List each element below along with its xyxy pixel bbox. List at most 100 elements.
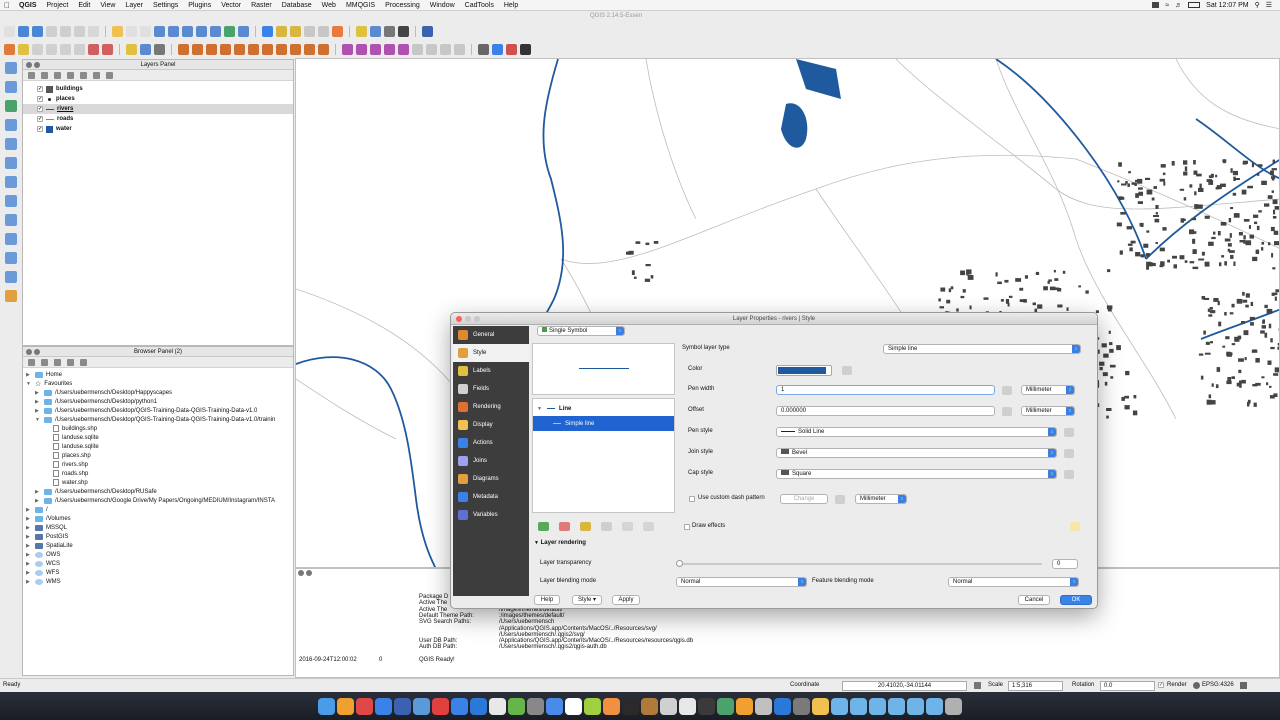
- dock-app-icon[interactable]: [356, 697, 373, 715]
- data-defined-icon[interactable]: [1064, 470, 1074, 479]
- add-layer-icon[interactable]: [5, 62, 17, 74]
- browser-item[interactable]: ▼ /Users/uebermensch/Desktop/QGIS-Trainin…: [26, 415, 293, 424]
- expand-all-icon[interactable]: [80, 71, 87, 79]
- add-layer-icon[interactable]: [5, 157, 17, 169]
- dialog-tab-general[interactable]: General: [453, 326, 529, 344]
- data-defined-icon[interactable]: [1002, 407, 1012, 416]
- add-layer-icon[interactable]: [5, 195, 17, 207]
- minimize-window-icon[interactable]: [465, 316, 471, 322]
- menu-vector[interactable]: Vector: [216, 2, 246, 9]
- data-defined-icon[interactable]: [1064, 428, 1074, 437]
- expand-icon[interactable]: ▶: [26, 534, 32, 540]
- main-tool-icon[interactable]: [224, 26, 235, 37]
- dock-app-icon[interactable]: [945, 697, 962, 715]
- filter-icon[interactable]: [54, 358, 61, 366]
- ok-button[interactable]: OK: [1060, 595, 1092, 605]
- digitize-tool-icon[interactable]: [102, 44, 113, 55]
- menu-cadtools[interactable]: CadTools: [460, 2, 499, 9]
- rotation-field[interactable]: 0.0: [1100, 681, 1155, 691]
- menu-plugins[interactable]: Plugins: [183, 2, 216, 9]
- data-defined-icon[interactable]: [842, 366, 852, 375]
- render-checkbox[interactable]: ✓: [1158, 682, 1164, 688]
- browser-item[interactable]: ▶ /Users/uebermensch/Desktop/QGIS-Trainin…: [26, 406, 293, 415]
- main-tool-icon[interactable]: [140, 26, 151, 37]
- dropbox-icon[interactable]: [1152, 2, 1160, 8]
- custom-dash-checkbox[interactable]: [689, 496, 695, 502]
- browser-item[interactable]: ▶ WFS: [26, 568, 293, 577]
- add-layer-icon[interactable]: [5, 119, 17, 131]
- apple-icon[interactable]: : [0, 1, 14, 10]
- dialog-tab-fields[interactable]: Fields: [453, 380, 529, 398]
- digitize-tool-icon[interactable]: [276, 44, 287, 55]
- renderer-combo[interactable]: Single Symbol ↕: [537, 326, 625, 336]
- main-tool-icon[interactable]: [196, 26, 207, 37]
- main-tool-icon[interactable]: [74, 26, 85, 37]
- style-icon[interactable]: [28, 71, 35, 79]
- main-tool-icon[interactable]: [168, 26, 179, 37]
- dock-app-icon[interactable]: [622, 697, 639, 715]
- dock-app-icon[interactable]: [869, 697, 886, 715]
- digitize-tool-icon[interactable]: [342, 44, 353, 55]
- layer-blending-combo[interactable]: Normal ↕: [676, 577, 807, 587]
- dock-app-icon[interactable]: [812, 697, 829, 715]
- expand-icon[interactable]: ▶: [26, 570, 32, 576]
- expand-icon[interactable]: ▶: [26, 543, 32, 549]
- browser-item[interactable]: ▼ ☆ Favourites: [26, 379, 293, 388]
- panel-float-icon[interactable]: [34, 62, 40, 68]
- expand-icon[interactable]: ▶: [26, 552, 32, 558]
- digitize-tool-icon[interactable]: [492, 44, 503, 55]
- expand-icon[interactable]: ▼: [537, 406, 543, 412]
- coordinate-field[interactable]: 20.41020,-34.01144: [842, 681, 967, 691]
- dock-app-icon[interactable]: [926, 697, 943, 715]
- cancel-button[interactable]: Cancel: [1018, 595, 1050, 605]
- main-tool-icon[interactable]: [276, 26, 287, 37]
- layer-rendering-section[interactable]: ▼ Layer rendering: [534, 540, 586, 546]
- expand-icon[interactable]: ▼: [26, 381, 32, 387]
- digitize-tool-icon[interactable]: [206, 44, 217, 55]
- digitize-tool-icon[interactable]: [74, 44, 85, 55]
- digitize-tool-icon[interactable]: [304, 44, 315, 55]
- dialog-tab-actions[interactable]: Actions: [453, 434, 529, 452]
- browser-item[interactable]: ▶ /Users/uebermensch/Desktop/python1: [26, 397, 293, 406]
- dialog-tab-diagrams[interactable]: Diagrams: [453, 470, 529, 488]
- menu-help[interactable]: Help: [499, 2, 523, 9]
- browser-item[interactable]: ▶ OWS: [26, 550, 293, 559]
- menu-window[interactable]: Window: [425, 2, 460, 9]
- move-down-icon[interactable]: [643, 522, 654, 531]
- main-tool-icon[interactable]: [4, 26, 15, 37]
- digitize-tool-icon[interactable]: [356, 44, 367, 55]
- dock-app-icon[interactable]: [641, 697, 658, 715]
- apply-button[interactable]: Apply: [612, 595, 640, 605]
- main-tool-icon[interactable]: [290, 26, 301, 37]
- messages-icon[interactable]: [1240, 682, 1247, 689]
- add-layer-icon[interactable]: [5, 233, 17, 245]
- filter-legend-icon[interactable]: [67, 71, 74, 79]
- add-layer-icon[interactable]: [5, 214, 17, 226]
- feature-blending-combo[interactable]: Normal ↕: [948, 577, 1079, 587]
- crs-icon[interactable]: [1193, 682, 1200, 689]
- dash-unit-combo[interactable]: Millimeter ↕: [855, 494, 907, 504]
- expand-icon[interactable]: ▶: [35, 408, 41, 414]
- digitize-tool-icon[interactable]: [60, 44, 71, 55]
- expand-icon[interactable]: ▶: [35, 399, 41, 405]
- dialog-tab-style[interactable]: Style: [453, 344, 529, 362]
- main-tool-icon[interactable]: [422, 26, 433, 37]
- digitize-tool-icon[interactable]: [318, 44, 329, 55]
- browser-item[interactable]: buildings.shp: [26, 424, 293, 433]
- remove-layer-icon[interactable]: [106, 71, 113, 79]
- browser-item[interactable]: ▶ /Users/uebermensch/Desktop/RUSafe: [26, 487, 293, 496]
- effects-star-icon[interactable]: [1070, 522, 1080, 531]
- menu-database[interactable]: Database: [277, 2, 317, 9]
- panel-float-icon[interactable]: [34, 349, 40, 355]
- pen-width-field[interactable]: 1: [776, 385, 995, 395]
- browser-item[interactable]: landuse.sqlite: [26, 442, 293, 451]
- digitize-tool-icon[interactable]: [262, 44, 273, 55]
- expand-icon[interactable]: ▼: [35, 417, 41, 423]
- dock-app-icon[interactable]: [546, 697, 563, 715]
- digitize-tool-icon[interactable]: [140, 44, 151, 55]
- help-button[interactable]: Help: [534, 595, 560, 605]
- volume-icon[interactable]: ♬: [1175, 2, 1182, 9]
- expand-icon[interactable]: ▶: [35, 498, 41, 504]
- layer-item-places[interactable]: ✓ places: [23, 94, 293, 104]
- digitize-tool-icon[interactable]: [248, 44, 259, 55]
